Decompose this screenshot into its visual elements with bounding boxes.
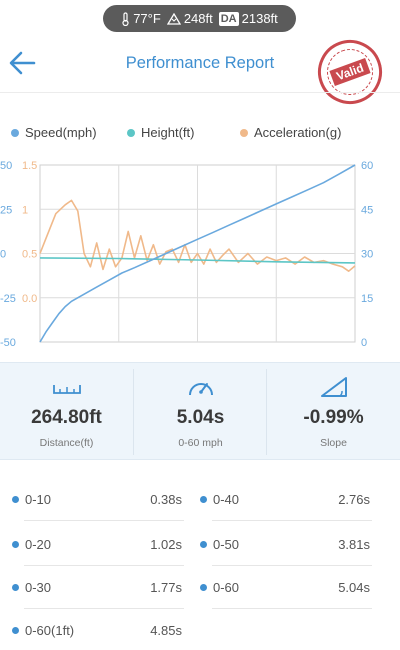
- speed-axis-tick: 25: [0, 204, 12, 216]
- split-row: 0-50 3.81s: [200, 537, 370, 552]
- height-legend-dot: [127, 128, 135, 137]
- split-dot: [200, 496, 207, 503]
- speed-axis-tick: -25: [0, 293, 16, 305]
- row-divider: [212, 565, 372, 566]
- zero-to-sixty-label: 0-60 mph: [178, 437, 223, 449]
- slope-label: Slope: [320, 437, 347, 449]
- split-row: 0-10 0.38s: [12, 492, 182, 507]
- speed-axis-tick: 50: [0, 160, 12, 172]
- split-time: 2.76s: [338, 492, 370, 507]
- mountain-icon: [166, 12, 181, 25]
- height-axis-tick: 45: [361, 204, 373, 216]
- split-dot: [12, 541, 19, 548]
- split-row: 0-30 1.77s: [12, 580, 182, 595]
- thermometer-icon: [122, 11, 129, 26]
- legend-speed-label: Speed(mph): [25, 125, 97, 140]
- temperature-status: 77°F: [121, 11, 161, 26]
- split-time: 1.77s: [150, 580, 182, 595]
- split-dot: [12, 627, 19, 634]
- slope-icon: [320, 377, 347, 397]
- split-label: 0-40: [213, 492, 240, 507]
- split-label: 0-60(1ft): [25, 623, 75, 638]
- ruler-icon: [52, 385, 81, 394]
- legend-height-label: Height(ft): [141, 125, 195, 140]
- density-altitude-value: 2138ft: [241, 11, 278, 26]
- acceleration-legend-dot: [240, 128, 248, 137]
- split-row: 0-20 1.02s: [12, 537, 182, 552]
- valid-stamp: Valid: [308, 30, 392, 114]
- distance-value: 264.80ft: [31, 407, 102, 428]
- split-dot: [12, 496, 19, 503]
- density-altitude-status: DA 2138ft: [218, 11, 278, 26]
- height-axis-tick: 30: [361, 249, 373, 261]
- split-label: 0-60: [213, 580, 240, 595]
- acceleration-axis-tick: 1: [22, 204, 28, 216]
- zero-to-sixty-value: 5.04s: [176, 407, 225, 428]
- split-label: 0-10: [25, 492, 52, 507]
- stat-zero-to-sixty: 5.04s 0-60 mph: [134, 363, 267, 461]
- header-divider: [0, 92, 400, 93]
- split-time: 1.02s: [150, 537, 182, 552]
- elevation-status: 248ft: [166, 11, 213, 26]
- status-pill: 77°F 248ft DA 2138ft: [103, 5, 296, 32]
- height-axis-tick: 60: [361, 160, 373, 172]
- acceleration-axis-tick: 0.0: [22, 293, 37, 305]
- split-time: 3.81s: [338, 537, 370, 552]
- row-divider: [24, 520, 184, 521]
- row-divider: [24, 608, 184, 609]
- speed-legend-dot: [11, 128, 19, 137]
- split-label: 0-20: [25, 537, 52, 552]
- row-divider: [212, 608, 372, 609]
- split-label: 0-50: [213, 537, 240, 552]
- acceleration-axis-tick: 0.5: [22, 249, 37, 261]
- stat-slope: -0.99% Slope: [267, 363, 400, 461]
- acceleration-axis-tick: 1.5: [22, 160, 37, 172]
- split-time: 5.04s: [338, 580, 370, 595]
- speed-axis-tick: 0: [0, 249, 6, 261]
- split-row: 0-60(1ft) 4.85s: [12, 623, 182, 638]
- speedometer-icon: [188, 383, 213, 396]
- distance-label: Distance(ft): [39, 437, 94, 449]
- row-divider: [212, 520, 372, 521]
- elevation-value: 248ft: [183, 11, 213, 26]
- split-label: 0-30: [25, 580, 52, 595]
- speed-axis-tick: -50: [0, 337, 16, 349]
- legend-acceleration: Acceleration(g): [240, 125, 341, 140]
- stat-distance: 264.80ft Distance(ft): [0, 363, 133, 461]
- split-dot: [200, 541, 207, 548]
- split-dot: [200, 584, 207, 591]
- temperature-value: 77°F: [133, 11, 161, 26]
- stats-panel: 264.80ft Distance(ft) 5.04s 0-60 mph -0.…: [0, 362, 400, 460]
- performance-chart: 50 1.5 60 25 1 45 0 0.5 30 -25 0.0 15 -50 0: [0, 160, 373, 349]
- split-dot: [12, 584, 19, 591]
- legend-speed: Speed(mph): [11, 125, 97, 140]
- stamp-text: Valid: [329, 57, 371, 87]
- split-time: 4.85s: [150, 623, 182, 638]
- height-axis-tick: 15: [361, 293, 373, 305]
- split-time: 0.38s: [150, 492, 182, 507]
- split-row: 0-40 2.76s: [200, 492, 370, 507]
- density-altitude-label: DA: [218, 11, 239, 26]
- row-divider: [24, 565, 184, 566]
- legend-height: Height(ft): [127, 125, 194, 140]
- legend-acceleration-label: Acceleration(g): [254, 125, 342, 140]
- split-row: 0-60 5.04s: [200, 580, 370, 595]
- slope-value: -0.99%: [303, 407, 364, 428]
- height-axis-tick: 0: [361, 337, 367, 349]
